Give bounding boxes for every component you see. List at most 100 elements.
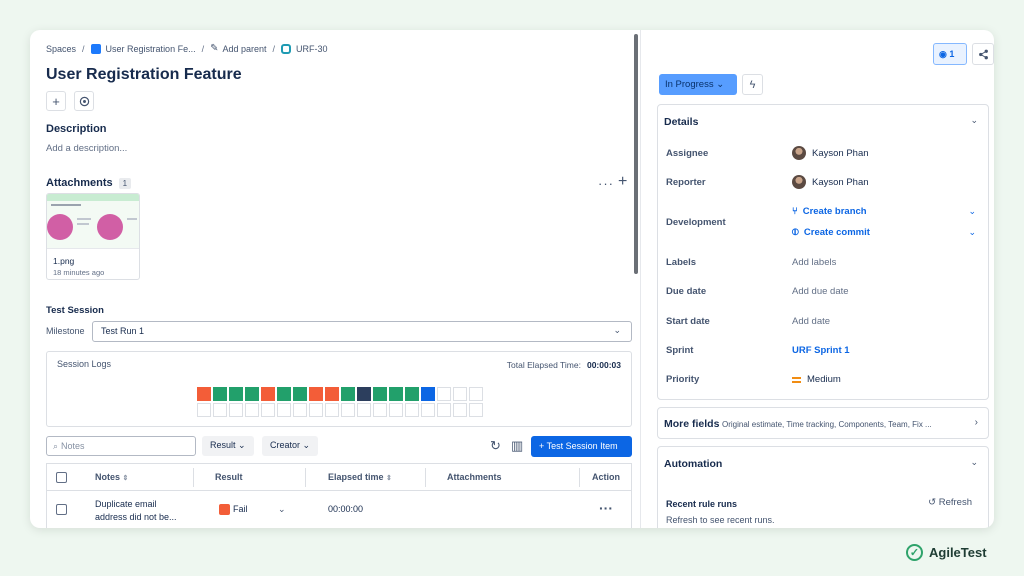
chevron-down-icon[interactable]: ⌄	[968, 206, 976, 217]
share-button[interactable]	[972, 43, 994, 65]
session-log-cell	[261, 403, 275, 417]
breadcrumb-separator: /	[272, 43, 276, 54]
agiletest-logo: ✓ AgileTest	[906, 544, 987, 561]
session-logs-panel: Session Logs Total Elapsed Time: 00:00:03	[46, 351, 632, 427]
session-log-cell	[261, 387, 275, 401]
notes-search-input[interactable]: ⌕ Notes	[46, 436, 196, 456]
session-log-cell	[245, 387, 259, 401]
session-log-cell	[405, 403, 419, 417]
lightning-icon: ϟ	[749, 78, 756, 91]
attachment-time: 18 minutes ago	[53, 268, 105, 277]
details-title[interactable]: Details	[664, 116, 698, 128]
labels-label: Labels	[666, 257, 697, 268]
main-scrollbar[interactable]	[634, 34, 638, 274]
search-icon: ⌕	[53, 441, 59, 451]
column-attachments[interactable]: Attachments	[447, 472, 502, 482]
status-dropdown[interactable]: In Progress ⌄	[659, 74, 737, 95]
create-branch-link[interactable]: ⑂ Create branch	[792, 206, 867, 217]
columns-icon[interactable]: ▥	[511, 438, 523, 454]
add-test-session-item-button[interactable]: + Test Session Item	[531, 436, 632, 457]
chevron-down-icon[interactable]: ⌄	[970, 457, 978, 468]
more-icon[interactable]: ···	[598, 176, 614, 191]
elapsed-value: 00:00:03	[586, 360, 621, 370]
result-filter-dropdown[interactable]: Result ⌄	[202, 436, 254, 456]
chevron-down-icon: ⌄	[613, 325, 621, 335]
sprint-value[interactable]: URF Sprint 1	[792, 345, 850, 356]
refresh-icon: ↺	[928, 497, 937, 508]
session-log-cell	[293, 403, 307, 417]
avatar	[792, 146, 806, 160]
chevron-down-icon: ⌄	[302, 440, 311, 450]
more-fields-summary: Original estimate, Time tracking, Compon…	[722, 420, 932, 429]
column-notes[interactable]: Notes ⇕	[95, 472, 128, 482]
session-log-cell	[357, 387, 371, 401]
issue-title[interactable]: User Registration Feature	[46, 66, 242, 84]
session-log-cell	[389, 403, 403, 417]
commit-icon: ⦶	[792, 227, 799, 238]
labels-value[interactable]: Add labels	[792, 257, 836, 268]
row-checkbox[interactable]	[56, 504, 67, 515]
table-header: Notes ⇕ Result Elapsed time ⇕ Attachment…	[47, 464, 631, 491]
breadcrumb-issue-key[interactable]: URF-30	[296, 44, 328, 54]
row-actions-more-icon[interactable]: ···	[599, 500, 613, 516]
row-elapsed-time: 00:00:00	[328, 504, 364, 514]
session-log-grid	[197, 387, 483, 417]
assignee-value[interactable]: Kayson Phan	[792, 146, 869, 160]
watch-button[interactable]: ◉ 1	[933, 43, 967, 65]
attachments-label: Attachments	[46, 177, 113, 189]
development-label: Development	[666, 217, 726, 228]
table-row[interactable]: Duplicate email address did not be... Fa…	[47, 492, 631, 528]
breadcrumb: Spaces / User Registration Fe... / ✎ Add…	[46, 43, 328, 54]
session-log-cell	[229, 387, 243, 401]
assignee-label: Assignee	[666, 148, 709, 159]
avatar	[792, 175, 806, 189]
automation-title[interactable]: Automation	[664, 458, 722, 470]
chevron-down-icon[interactable]: ⌄	[970, 115, 978, 126]
attachment-thumbnail[interactable]: 1.png 18 minutes ago	[46, 193, 140, 280]
row-notes[interactable]: Duplicate email address did not be...	[95, 498, 177, 524]
description-field[interactable]: Add a description...	[46, 143, 127, 154]
chevron-down-icon: ⌄	[238, 440, 246, 450]
chevron-right-icon: ›	[974, 417, 978, 428]
gear-icon	[79, 96, 89, 106]
column-elapsed-time[interactable]: Elapsed time ⇕	[328, 472, 392, 482]
add-attachment-icon[interactable]: +	[618, 173, 627, 191]
create-commit-link[interactable]: ⦶ Create commit	[792, 227, 870, 238]
creator-filter-dropdown[interactable]: Creator ⌄	[262, 436, 319, 456]
reporter-value[interactable]: Kayson Phan	[792, 175, 869, 189]
chevron-down-icon[interactable]: ⌄	[968, 227, 976, 238]
start-date-value[interactable]: Add date	[792, 316, 830, 327]
add-button[interactable]: +	[46, 91, 66, 111]
priority-value[interactable]: Medium	[792, 374, 841, 385]
session-log-cell	[213, 387, 227, 401]
session-log-cell	[389, 387, 403, 401]
more-fields-panel[interactable]: More fields Original estimate, Time trac…	[657, 407, 989, 439]
plus-icon: +	[52, 93, 60, 109]
brand-name: AgileTest	[929, 545, 987, 560]
refresh-button[interactable]: ↺ Refresh	[928, 497, 972, 508]
due-date-value[interactable]: Add due date	[792, 286, 849, 297]
session-log-cell	[437, 403, 451, 417]
fail-status-icon	[219, 504, 230, 516]
preview-text-line	[77, 223, 89, 225]
breadcrumb-parent-issue[interactable]: User Registration Fe...	[106, 44, 196, 54]
preview-pie-chart	[47, 214, 73, 240]
select-all-checkbox[interactable]	[56, 472, 67, 483]
session-log-cell	[405, 387, 419, 401]
column-result[interactable]: Result	[215, 472, 243, 482]
row-result-select[interactable]: Fail ⌄	[219, 504, 286, 516]
breadcrumb-spaces[interactable]: Spaces	[46, 44, 76, 54]
add-parent-link[interactable]: Add parent	[222, 44, 266, 54]
session-log-cell	[277, 387, 291, 401]
issue-main-panel: Spaces / User Registration Fe... / ✎ Add…	[30, 30, 640, 528]
status-label: In Progress	[665, 79, 714, 90]
issue-view-card: Spaces / User Registration Fe... / ✎ Add…	[30, 30, 994, 528]
refresh-icon[interactable]: ↻	[490, 438, 501, 454]
attachments-header: Attachments 1	[46, 177, 132, 189]
preview-title-line	[51, 204, 81, 206]
automation-button[interactable]: ϟ	[742, 74, 763, 95]
preview-text-line	[77, 218, 91, 220]
attachments-count: 1	[118, 178, 132, 189]
milestone-select[interactable]: Test Run 1 ⌄	[92, 321, 632, 342]
apps-button[interactable]	[74, 91, 94, 111]
